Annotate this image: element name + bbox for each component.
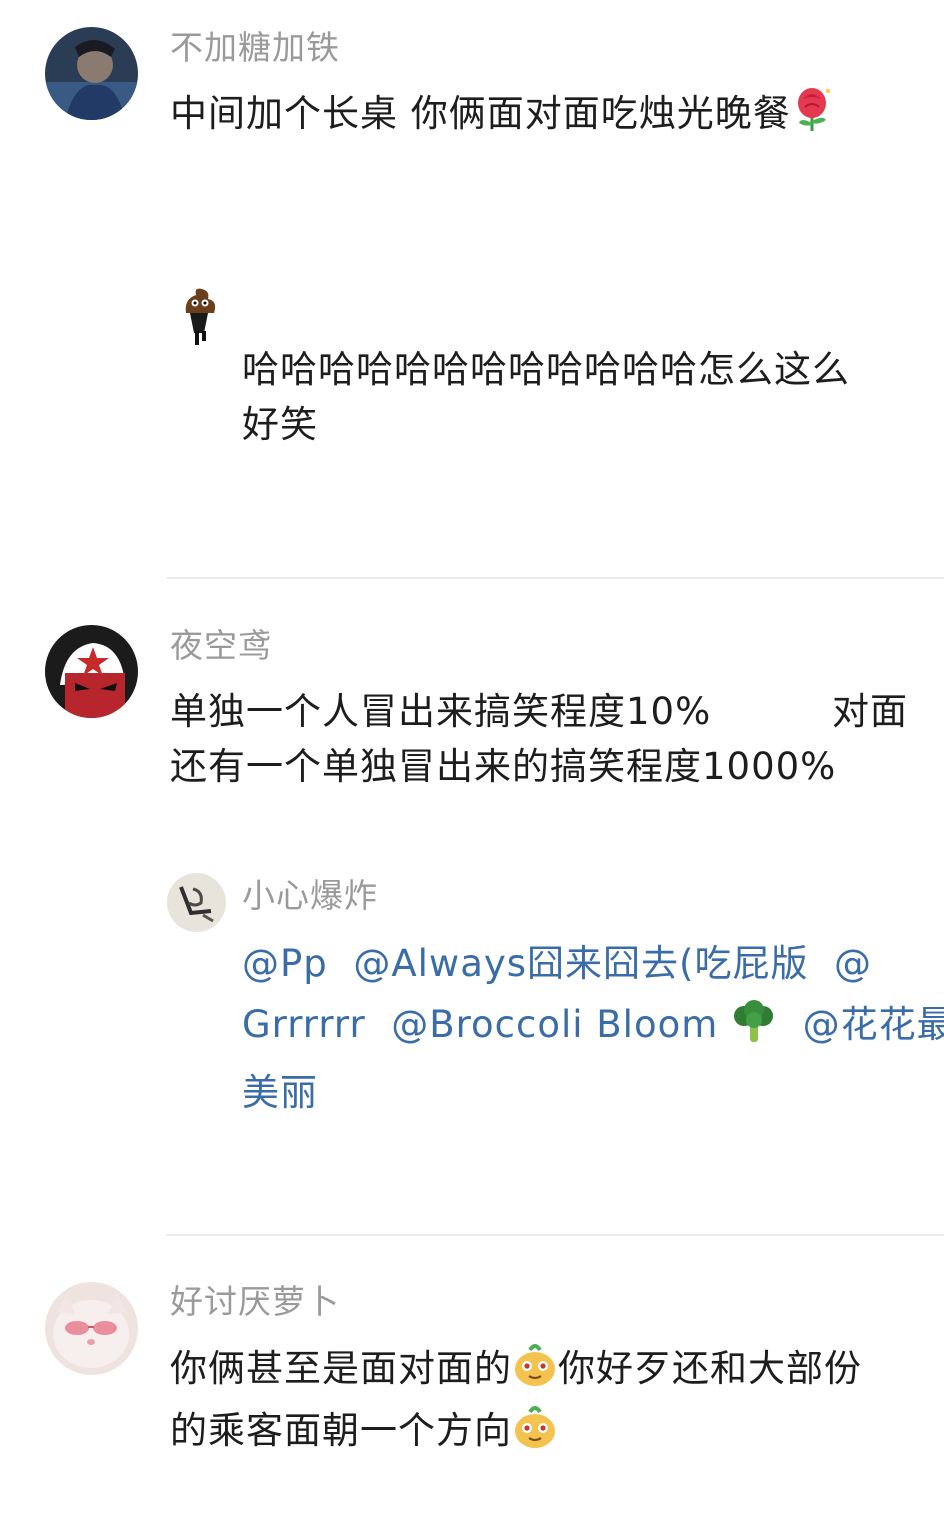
comment-2: 夜空鸢 单独一个人冒出来搞笑程度10% 对面 还有一个单独冒出来的搞笑程度100… — [0, 580, 944, 1234]
comment-text-line1: 你俩甚至是面对面的 — [170, 1347, 512, 1390]
comment-text-line1: 单独一个人冒出来搞笑程度10% — [170, 690, 712, 733]
comment-text-line2: 还有一个单独冒出来的搞笑程度1000% — [170, 745, 837, 788]
comment-text-line2: 的乘客面朝一个方向 — [170, 1409, 512, 1452]
reply-text: 哈哈哈哈哈哈哈哈哈哈哈哈怎么这么 好笑 — [242, 342, 922, 452]
comment-text-line1-after: 你好歹还和大部份 — [558, 1347, 862, 1390]
reply-text-line1: 哈哈哈哈哈哈哈哈哈哈哈哈怎么这么 — [242, 348, 850, 391]
username[interactable]: 好讨厌萝卜 — [170, 1282, 340, 1322]
comment-text: 单独一个人冒出来搞笑程度10% 对面 还有一个单独冒出来的搞笑程度1000% — [170, 684, 920, 794]
rose-icon — [791, 87, 833, 148]
reply-username[interactable]: 小心爆炸 — [242, 876, 378, 916]
smirk-face-icon — [512, 1404, 558, 1465]
mention-grrrrrr[interactable]: Grrrrrr — [242, 1003, 366, 1046]
broccoli-icon — [731, 1000, 777, 1062]
comment-1: 不加糖加铁 中间加个长桌 你俩面对面吃烛光晚餐 哈哈哈哈哈哈哈哈哈哈哈哈怎么这么… — [0, 0, 944, 578]
avatar[interactable] — [45, 1282, 138, 1375]
comment-text-line1-right: 对面 — [832, 690, 908, 733]
reply-text: @Pp @Always囧来囧去(吃屁版 @ Grrrrrr @Broccoli … — [242, 933, 944, 1123]
comment-text: 中间加个长桌 你俩面对面吃烛光晚餐 — [170, 86, 833, 148]
reply-avatar[interactable] — [167, 873, 226, 932]
mention-pp[interactable]: @Pp — [242, 942, 328, 985]
smirk-face-icon — [512, 1342, 558, 1403]
mention-at[interactable]: @ — [834, 942, 872, 985]
comment-text: 你俩甚至是面对面的 你好歹还和大部份 的乘客面朝一个方向 — [170, 1341, 930, 1465]
avatar[interactable] — [45, 27, 138, 120]
mention-huahua-cont[interactable]: 美丽 — [242, 1071, 318, 1114]
comment-3: 好讨厌萝卜 你俩甚至是面对面的 你好歹还和大部份 的乘客面朝一个方向 — [0, 1236, 944, 1528]
comment-text-content: 中间加个长桌 你俩面对面吃烛光晚餐 — [170, 92, 791, 135]
username[interactable]: 不加糖加铁 — [170, 28, 340, 68]
divider — [166, 577, 944, 579]
mention-huahua[interactable]: @花花最 — [803, 1003, 944, 1046]
username[interactable]: 夜空鸢 — [170, 626, 272, 666]
mention-always[interactable]: @Always囧来囧去(吃屁版 — [353, 942, 808, 985]
mention-broccoli-bloom[interactable]: @Broccoli Bloom — [391, 1003, 718, 1046]
reply-avatar[interactable] — [176, 285, 222, 347]
avatar[interactable] — [45, 625, 138, 718]
reply-text-line2: 好笑 — [242, 403, 318, 446]
